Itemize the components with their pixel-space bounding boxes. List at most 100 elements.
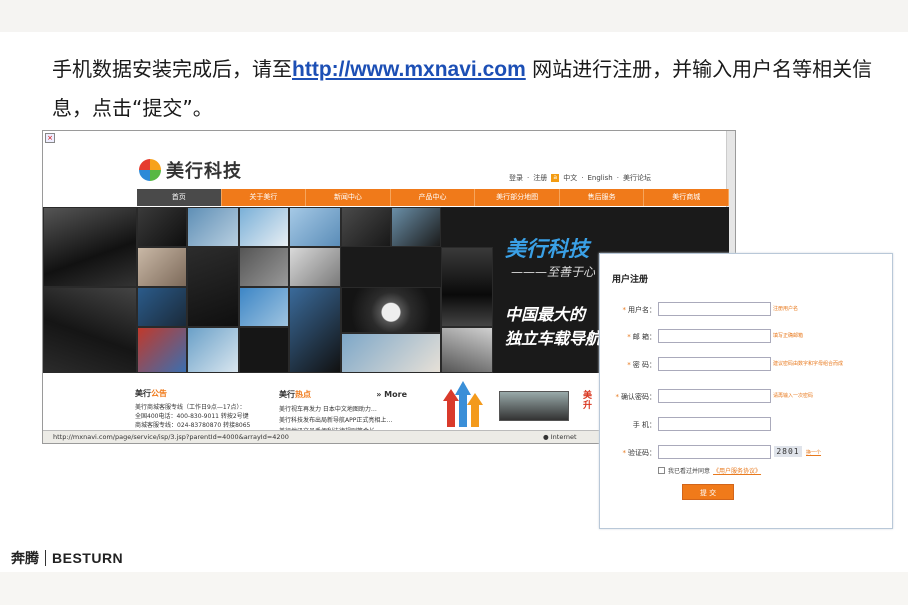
username-hint: 注册用户名 <box>773 306 799 312</box>
dashboard-photo <box>341 207 391 247</box>
top-band <box>0 0 908 32</box>
agree-checkbox[interactable] <box>658 467 665 474</box>
password-hint: 建议密码由数字和字母组合而成 <box>773 361 844 367</box>
bottom-band <box>0 572 908 605</box>
captcha-label: * 验证码： <box>622 449 657 457</box>
email-input[interactable] <box>658 329 771 343</box>
device-photo <box>239 247 289 287</box>
banner-line-1: 中国最大的 <box>505 305 586 324</box>
register-panel: 用户注册 * 用户名： 注册用户名 * 邮 箱： 填写正确邮箱 * 密 码： 建议密码… <box>599 253 893 529</box>
confirm-password-label: * 确认密码： <box>615 393 657 401</box>
refresh-captcha-link[interactable]: 换一个 <box>806 449 821 456</box>
banner-slogan-sub: ———至善于心 <box>511 265 596 279</box>
notice-column: 美行公告 美行商城客服专线（工作日9点—17点）： 全国400电话：400-83… <box>135 389 263 430</box>
chinese-link[interactable]: 中文 <box>563 173 577 183</box>
phone-label: 手 机： <box>632 421 656 429</box>
people-photo <box>137 247 187 287</box>
register-link[interactable]: 注册 <box>533 173 547 183</box>
more-link[interactable]: » More <box>376 389 407 400</box>
car-photo <box>43 287 137 373</box>
news-item[interactable]: 美行科技发布出局新导航APP正式亮相上… <box>279 415 407 426</box>
username-input[interactable] <box>658 302 771 316</box>
captcha-image[interactable]: 2801 <box>774 446 802 457</box>
map-photo <box>239 287 289 327</box>
nav-screen-photo <box>187 207 239 247</box>
confirm-password-hint: 请再输入一次密码 <box>773 393 814 399</box>
promo-text: 美升 <box>583 391 593 411</box>
map-photo <box>289 207 341 247</box>
dark-tile <box>239 327 289 373</box>
agree-text: 我已看过并同意 <box>668 468 711 475</box>
submit-button[interactable]: 提 交 <box>682 484 734 500</box>
password-input[interactable] <box>658 357 771 371</box>
status-url: http://mxnavi.com/page/service/isp/3.jsp… <box>53 433 289 441</box>
register-title: 用户注册 <box>612 275 649 285</box>
main-nav: 首页 关于美行 新闻中心 产品中心 美行部分地图 售后服务 美行商城 <box>137 189 730 206</box>
confirm-password-row: * 确认密码： 请再输入一次密码 <box>600 389 894 405</box>
instruction-text: 手机数据安装完成后，请至http://www.mxnavi.com 网站进行注册… <box>52 50 882 127</box>
wheel-photo <box>341 287 441 333</box>
confirm-password-input[interactable] <box>658 389 771 403</box>
car-photo <box>441 327 493 373</box>
nav-mall[interactable]: 美行商城 <box>644 189 730 206</box>
hot-news-title: 美行热点» More <box>279 389 407 400</box>
captcha-row: * 验证码： 2801 换一个 <box>600 445 894 461</box>
email-label: * 邮 箱： <box>627 333 656 341</box>
nav-news[interactable]: 新闻中心 <box>306 189 391 206</box>
interior-photo <box>137 207 187 247</box>
nav-maps[interactable]: 美行部分地图 <box>475 189 560 206</box>
screen-photo <box>137 287 187 327</box>
device-image <box>499 391 569 421</box>
brand-cn: 奔腾 <box>11 551 39 567</box>
username-label: * 用户名： <box>622 306 657 314</box>
brand-logo: 奔腾 BESTURN <box>11 548 123 568</box>
dark-tile <box>187 247 239 327</box>
top-links: 登录 · 注册 a 中文 · English · 美行论坛 <box>509 173 651 183</box>
car-photo <box>43 207 137 287</box>
phone-input[interactable] <box>658 417 771 431</box>
login-link[interactable]: 登录 <box>509 173 523 183</box>
phone-photo <box>289 287 341 373</box>
email-hint: 填写正确邮箱 <box>773 333 804 339</box>
pinwheel-logo-icon <box>139 159 161 181</box>
nav-products[interactable]: 产品中心 <box>391 189 476 206</box>
rss-icon[interactable]: a <box>551 174 560 182</box>
notice-line: 全国400电话：400-830-9011 转按2号键 <box>135 413 249 420</box>
arrows-graphic <box>443 381 483 427</box>
brand-divider <box>45 550 46 566</box>
nav-home[interactable]: 首页 <box>137 189 222 206</box>
captcha-input[interactable] <box>658 445 771 459</box>
username-row: * 用户名： 注册用户名 <box>600 302 894 318</box>
password-label: * 密 码： <box>627 361 656 369</box>
mxnavi-link[interactable]: http://www.mxnavi.com <box>292 58 526 81</box>
site-logo[interactable]: 美行科技 <box>139 157 242 183</box>
forum-link[interactable]: 美行论坛 <box>623 173 651 183</box>
instruction-before: 手机数据安装完成后，请至 <box>52 57 292 81</box>
car-photo <box>441 247 493 327</box>
banner-slogan: 美行科技 <box>505 237 589 261</box>
logo-text: 美行科技 <box>166 161 242 182</box>
internet-zone: ● Internet <box>543 433 577 441</box>
banner-headline: 中国最大的 独立车载导航 <box>505 303 601 351</box>
password-row: * 密 码： 建议密码由数字和字母组合而成 <box>600 357 894 373</box>
notice-line: 商城客服专线：024-83780870 转接8065 <box>135 422 251 429</box>
screen-photo <box>137 327 187 373</box>
agreement-row: 我已看过并同意 《用户服务协议》 <box>658 466 761 475</box>
banner-line-2: 独立车载导航 <box>505 329 602 348</box>
email-row: * 邮 箱： 填写正确邮箱 <box>600 329 894 345</box>
news-item[interactable]: 美行视车再发力 日本中文地图助力… <box>279 404 407 415</box>
nav-screen-photo <box>187 327 239 373</box>
service-agreement-link[interactable]: 《用户服务协议》 <box>713 466 761 475</box>
brand-en: BESTURN <box>52 550 124 566</box>
notice-line[interactable]: 美行商城客服专线（工作日9点—17点）： <box>135 403 263 412</box>
notice-title: 美行公告 <box>135 389 167 398</box>
english-link[interactable]: English <box>587 174 612 182</box>
people-photo <box>341 333 441 373</box>
dashboard-photo <box>391 207 441 247</box>
screen-photo <box>289 247 341 287</box>
map-photo <box>239 207 289 247</box>
phone-row: 手 机： <box>600 417 894 433</box>
nav-about[interactable]: 关于美行 <box>222 189 307 206</box>
broken-image-icon: × <box>45 133 55 143</box>
nav-service[interactable]: 售后服务 <box>560 189 645 206</box>
